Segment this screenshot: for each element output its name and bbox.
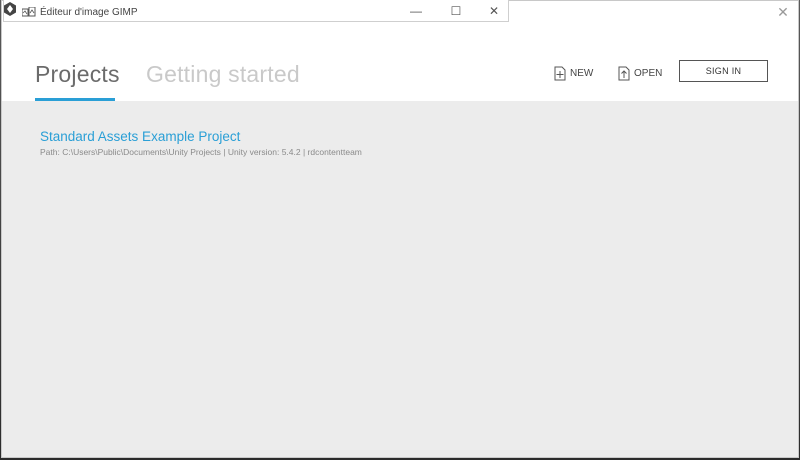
open-project-button[interactable]: OPEN — [618, 64, 662, 82]
gimp-window-titlebar[interactable]: Éditeur d'image GIMP — ☐ ✕ — [3, 0, 509, 22]
open-project-icon — [618, 66, 630, 80]
gimp-window-title: Éditeur d'image GIMP — [40, 7, 138, 18]
gimp-icon — [22, 7, 36, 17]
active-tab-indicator — [35, 98, 115, 101]
new-project-button[interactable]: NEW — [554, 64, 593, 82]
list-item[interactable]: Standard Assets Example Project Path: C:… — [40, 129, 362, 157]
open-button-label: OPEN — [634, 67, 663, 79]
minimize-button[interactable]: — — [406, 4, 426, 18]
sign-in-button[interactable]: SIGN IN — [679, 60, 768, 82]
unity-launcher-window: ✕ Projects Getting started NEW OPEN SIGN… — [1, 0, 799, 458]
new-project-icon — [554, 66, 566, 80]
desktop: ✕ Projects Getting started NEW OPEN SIGN… — [0, 0, 800, 460]
tab-projects[interactable]: Projects — [35, 61, 120, 88]
project-path: Path: C:\Users\Public\Documents\Unity Pr… — [40, 147, 362, 157]
close-icon[interactable]: ✕ — [776, 5, 790, 19]
maximize-button[interactable]: ☐ — [446, 4, 466, 18]
window-close-button[interactable]: ✕ — [484, 4, 504, 18]
new-button-label: NEW — [570, 67, 594, 79]
unity-logo-icon — [4, 2, 16, 16]
project-title[interactable]: Standard Assets Example Project — [40, 129, 362, 144]
tab-getting-started[interactable]: Getting started — [146, 61, 300, 88]
